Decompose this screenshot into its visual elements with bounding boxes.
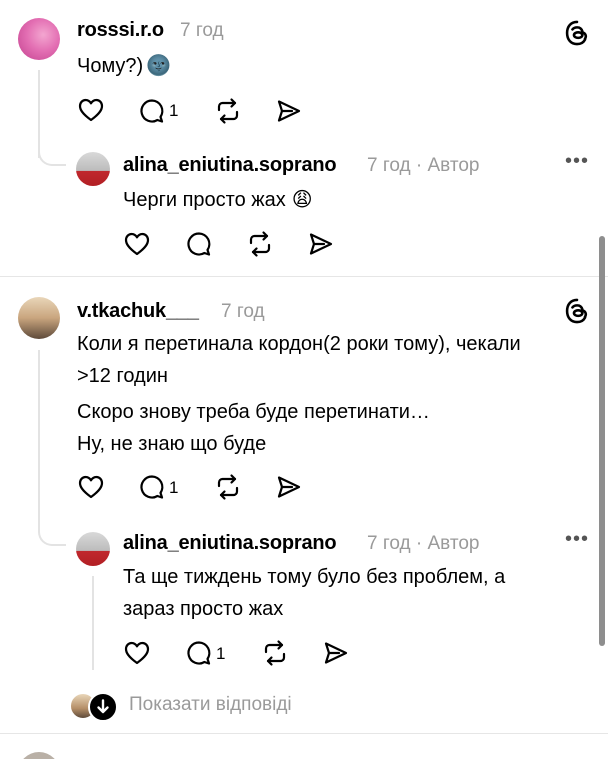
scrollbar[interactable]	[599, 236, 605, 646]
reply-count: 1	[169, 478, 179, 497]
comment-username[interactable]: rosssi.r.o	[77, 19, 164, 42]
emoji: 🌚	[146, 55, 172, 77]
divider	[0, 733, 608, 734]
threads-logo-icon[interactable]	[563, 297, 591, 330]
text-line: Ну, не знаю що буде	[77, 433, 267, 455]
like-button[interactable]	[78, 475, 104, 499]
repost-button[interactable]	[214, 473, 242, 501]
comment-text: Коли я перетинала кордон(2 роки тому), ч…	[77, 328, 521, 460]
share-button[interactable]	[276, 98, 302, 124]
comment-time: 7 год	[180, 20, 224, 41]
reply-count: 1	[169, 101, 179, 120]
avatar[interactable]	[76, 152, 110, 186]
like-button[interactable]	[124, 641, 150, 665]
comment-button[interactable]	[186, 231, 212, 257]
reply-count: 1	[216, 644, 226, 663]
text-line: Коли я перетинала кордон(2 роки тому), ч…	[77, 333, 521, 355]
thread-line	[38, 350, 40, 520]
threads-logo-icon[interactable]	[563, 19, 591, 52]
share-button[interactable]	[276, 474, 302, 500]
repost-button[interactable]	[214, 97, 242, 125]
share-button[interactable]	[323, 640, 349, 666]
comment-button[interactable]	[139, 474, 165, 500]
more-icon[interactable]: •••	[565, 151, 589, 171]
like-button[interactable]	[124, 232, 150, 256]
show-replies-link[interactable]: Показати відповіді	[129, 694, 292, 716]
text-line: Та ще тиждень тому було без проблем, а	[123, 566, 506, 588]
emoji: 😩	[291, 189, 313, 211]
comment-button[interactable]	[186, 640, 212, 666]
share-button[interactable]	[308, 231, 334, 257]
comment-text: Чому?) 🌚	[77, 55, 172, 77]
repost-button[interactable]	[246, 230, 274, 258]
thread-connector	[38, 140, 66, 166]
avatar[interactable]	[18, 18, 60, 60]
comment-time: 7 год	[221, 301, 265, 322]
comment-button[interactable]	[139, 98, 165, 124]
show-replies-avatars[interactable]	[70, 692, 118, 722]
next-comment-partial	[18, 752, 608, 759]
reply-time: 7 год · Автор	[367, 155, 480, 176]
reply-username[interactable]: alina_eniutina.soprano	[123, 154, 337, 177]
reply-username[interactable]: alina_eniutina.soprano	[123, 532, 337, 555]
thread-line	[92, 576, 94, 670]
like-button[interactable]	[78, 98, 104, 122]
avatar[interactable]	[76, 532, 110, 566]
more-icon[interactable]: •••	[565, 529, 589, 549]
divider	[0, 276, 608, 277]
avatar	[18, 752, 60, 759]
repost-button[interactable]	[261, 639, 289, 667]
text-line: зараз просто жах	[123, 598, 284, 620]
reply-time: 7 год · Автор	[367, 533, 480, 554]
arrow-down-icon	[88, 692, 118, 722]
text-line: >12 годин	[77, 365, 168, 387]
thread-connector	[38, 512, 66, 546]
reply-text: Та ще тиждень тому було без проблем, а з…	[123, 561, 505, 625]
text-line: Скоро знову треба буде перетинати…	[77, 401, 430, 423]
avatar[interactable]	[18, 297, 60, 339]
reply-text: Черги просто жах 😩	[123, 189, 313, 211]
comment-username[interactable]: v.tkachuk___	[77, 300, 199, 323]
